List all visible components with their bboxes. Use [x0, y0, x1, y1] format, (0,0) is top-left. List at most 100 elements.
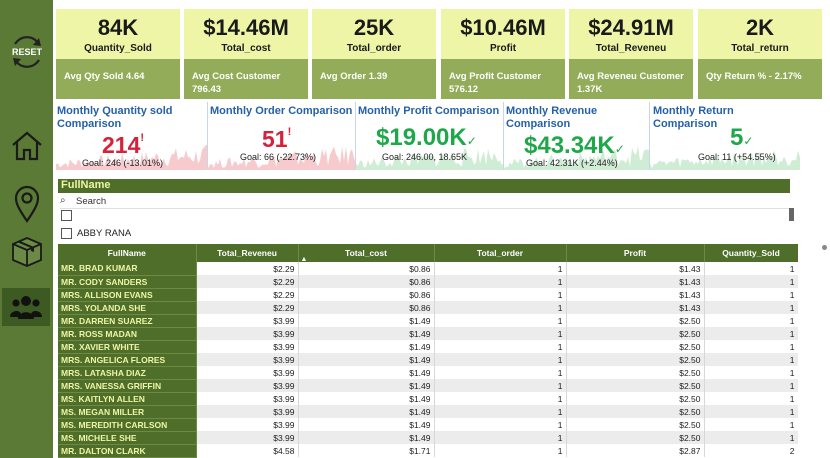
row-cell: $1.49 [298, 431, 435, 444]
monthly-return-card[interactable]: Monthly Return Comparison 5✓ Goal: 11 (+… [650, 102, 800, 170]
card-value: 5✓ [730, 124, 754, 151]
table-row[interactable]: MRS. LATASHA DIAZ $3.99 $1.49 1 $2.50 1 [58, 366, 798, 380]
card-goal: Goal: 246.00, 18.65K [382, 152, 468, 162]
kpi-sub: Avg Order 1.39 [320, 71, 388, 82]
row-cell: $3.99 [196, 366, 299, 379]
sidebar: RESET [0, 0, 53, 458]
table-row[interactable]: MS. MEREDITH CARLSON $3.99 $1.49 1 $2.50 1 [58, 418, 798, 432]
table-row[interactable]: MR. XAVIER WHITE $3.99 $1.49 1 $2.50 1 [58, 340, 798, 354]
kpi-row: 84K Quantity_Sold Avg Qty Sold 4.64 $14.… [56, 9, 822, 99]
users-tab[interactable] [2, 288, 50, 326]
table-row[interactable]: MRS. YOLANDA SHE $2.29 $0.86 1 $1.43 1 [58, 301, 798, 315]
row-cell: 1 [434, 431, 567, 444]
row-cell: 1 [434, 405, 567, 418]
row-cell: $2.50 [566, 418, 705, 431]
checkbox[interactable] [61, 228, 72, 239]
column-header-total-cost[interactable]: ▲ Total_cost [298, 244, 435, 263]
table-row[interactable]: MR. ROSS MADAN $3.99 $1.49 1 $2.50 1 [58, 327, 798, 341]
row-fullname: MRS. YOLANDA SHE [58, 301, 197, 315]
table-row[interactable]: MS. KAITLYN ALLEN $3.99 $1.49 1 $2.50 1 [58, 392, 798, 406]
slicer-item-label: ABBY RANA [77, 228, 132, 239]
row-fullname: MRS. ANGELICA FLORES [58, 353, 197, 367]
kpi-card-return: 2K Total_return Qty Return % - 2.17% [698, 9, 822, 99]
table-row[interactable]: MS. MICHELE SHE $3.99 $1.49 1 $2.50 1 [58, 431, 798, 445]
box-icon[interactable] [0, 232, 53, 272]
slicer-search[interactable]: ⌕ Search [60, 195, 792, 209]
kpi-label: Total_order [346, 43, 402, 54]
row-cell: 1 [704, 379, 798, 392]
table-row[interactable]: MS. MEGAN MILLER $3.99 $1.49 1 $2.50 1 [58, 405, 798, 419]
card-title: Monthly Revenue Comparison [506, 105, 598, 130]
column-header-total-reveneu[interactable]: Total_Reveneu [196, 244, 299, 262]
row-fullname: MS. MICHELE SHE [58, 431, 197, 445]
kpi-card-revenue: $24.91M Total_Reveneu Avg Reveneu Custom… [569, 9, 693, 99]
comparison-row: Monthly Quantity sold Comparison 214! Go… [56, 102, 800, 170]
slicer-scrollbar[interactable] [789, 208, 794, 221]
reset-icon[interactable]: RESET [0, 30, 53, 74]
table-row[interactable]: MR. BRAD KUMAR $2.29 $0.86 1 $1.43 1 [58, 262, 798, 276]
row-cell: $3.99 [196, 379, 299, 392]
row-cell: 1 [434, 314, 567, 327]
row-cell: $4.58 [196, 444, 299, 457]
kpi-card-profit: $10.46M Profit Avg Profit Customer 576.1… [441, 9, 565, 99]
scroll-indicator[interactable] [822, 245, 827, 250]
sparkline [650, 150, 800, 170]
card-value: $43.34K✓ [524, 132, 625, 159]
table-row[interactable]: MR. DARREN SUAREZ $3.99 $1.49 1 $2.50 1 [58, 314, 798, 328]
row-cell: 1 [434, 379, 567, 392]
row-fullname: MR. XAVIER WHITE [58, 340, 197, 354]
home-icon[interactable] [0, 126, 53, 166]
row-cell: $1.49 [298, 405, 435, 418]
row-cell: $3.99 [196, 353, 299, 366]
row-cell: $2.29 [196, 275, 299, 288]
sort-asc-icon: ▲ [300, 256, 308, 263]
table-row[interactable]: MRS. ALLISON EVANS $2.29 $0.86 1 $1.43 1 [58, 288, 798, 302]
row-cell: $3.99 [196, 418, 299, 431]
card-title: Monthly Order Comparison [210, 105, 353, 117]
column-header-quantity-sold[interactable]: Quantity_Sold [704, 244, 798, 262]
row-cell: $0.86 [298, 275, 435, 288]
search-icon: ⌕ [60, 195, 66, 206]
kpi-sub: Avg Cost Customer 796.43 [192, 71, 281, 95]
kpi-value: $14.46M [203, 15, 289, 40]
monthly-profit-card[interactable]: Monthly Profit Comparison $19.00K✓ Goal:… [356, 102, 504, 170]
table-row[interactable]: MR. DALTON CLARK $4.58 $1.71 1 $2.87 2 [58, 444, 798, 458]
row-cell: $2.50 [566, 314, 705, 327]
table-row[interactable]: MRS. VANESSA GRIFFIN $3.99 $1.49 1 $2.50 1 [58, 379, 798, 393]
row-cell: 1 [434, 418, 567, 431]
kpi-value: 25K [353, 15, 395, 40]
row-cell: $1.49 [298, 327, 435, 340]
table-row[interactable]: MRS. ANGELICA FLORES $3.99 $1.49 1 $2.50 1 [58, 353, 798, 367]
kpi-label: Profit [489, 43, 517, 54]
row-cell: 1 [434, 353, 567, 366]
row-fullname: MS. KAITLYN ALLEN [58, 392, 197, 406]
row-cell: 1 [434, 327, 567, 340]
row-cell: $1.49 [298, 392, 435, 405]
row-cell: $2.29 [196, 262, 299, 275]
column-header-total-order[interactable]: Total_order [434, 244, 567, 262]
card-value: $19.00K✓ [376, 124, 477, 151]
row-cell: 1 [434, 262, 567, 275]
column-header-profit[interactable]: Profit [566, 244, 705, 262]
row-cell: $1.43 [566, 262, 705, 275]
monthly-revenue-card[interactable]: Monthly Revenue Comparison $43.34K✓ Goal… [504, 102, 650, 170]
row-cell: 1 [704, 340, 798, 353]
card-title: Monthly Profit Comparison [358, 105, 500, 117]
kpi-card-order: 25K Total_order Avg Order 1.39 [312, 9, 436, 99]
monthly-quantity-card[interactable]: Monthly Quantity sold Comparison 214! Go… [56, 102, 208, 170]
kpi-value: 84K [97, 15, 139, 40]
location-pin-icon[interactable] [0, 182, 53, 226]
row-cell: 1 [704, 314, 798, 327]
row-cell: $2.50 [566, 379, 705, 392]
checkbox[interactable] [61, 210, 72, 221]
column-header-fullname[interactable]: FullName [58, 244, 197, 262]
row-fullname: MR. DARREN SUAREZ [58, 314, 197, 328]
table-row[interactable]: MR. CODY SANDERS $2.29 $0.86 1 $1.43 1 [58, 275, 798, 289]
table-header-row: FullName Total_Reveneu ▲ Total_cost Total… [58, 244, 798, 263]
row-cell: 1 [704, 418, 798, 431]
row-cell: 1 [704, 288, 798, 301]
monthly-order-card[interactable]: Monthly Order Comparison 51! Goal: 66 (-… [208, 102, 356, 170]
search-input[interactable]: Search [76, 196, 106, 207]
slicer-title: FullName [61, 179, 111, 191]
row-cell: $3.99 [196, 327, 299, 340]
